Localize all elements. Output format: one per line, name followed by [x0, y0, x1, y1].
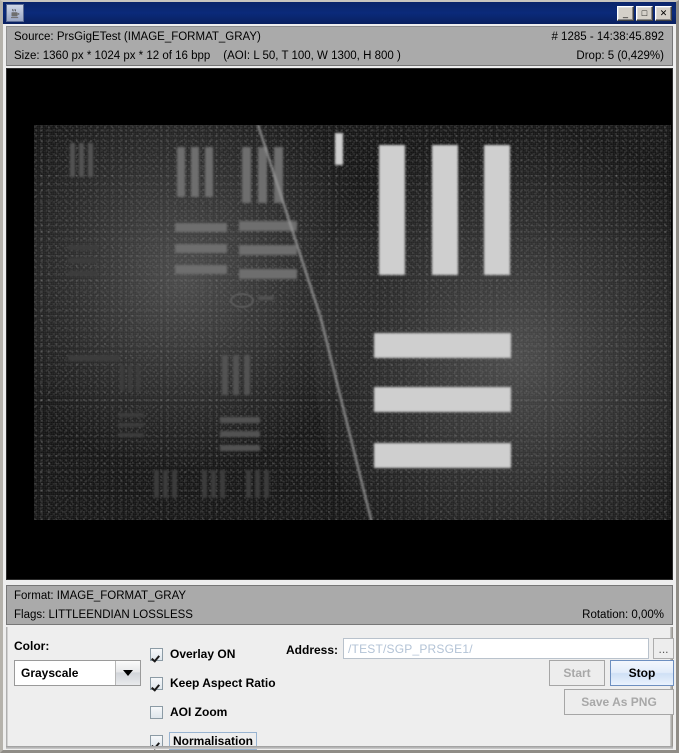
captured-image	[34, 125, 671, 520]
target-bar	[242, 147, 251, 203]
title-bar: _ □ ✕	[3, 2, 676, 24]
chevron-down-icon[interactable]	[115, 661, 140, 685]
target-bar	[128, 365, 132, 391]
target-bar	[374, 443, 511, 468]
target-bar	[432, 145, 458, 275]
panel-left-edge	[6, 627, 8, 749]
target-bar	[379, 145, 405, 275]
maximize-icon[interactable]: □	[636, 5, 653, 21]
top-info-panel: Source: PrsGigETest (IMAGE_FORMAT_GRAY) …	[6, 26, 673, 66]
rotation-text: Rotation: 0,00%	[582, 609, 664, 621]
target-bar	[68, 271, 98, 276]
size-text: Size: 1360 px * 1024 px * 12 of 16 bpp (A…	[14, 47, 401, 66]
save-as-png-button[interactable]: Save As PNG	[564, 689, 674, 715]
target-bar	[136, 365, 140, 391]
target-bar	[484, 145, 510, 275]
target-bar	[191, 147, 199, 197]
application-window: _ □ ✕ Source: PrsGigETest (IMAGE_FORMAT_…	[0, 0, 679, 753]
target-bar	[220, 470, 225, 498]
target-bar	[239, 245, 297, 255]
target-bar	[154, 470, 159, 498]
image-scratch	[319, 314, 375, 520]
bottom-status-panel: Format: IMAGE_FORMAT_GRAY Flags: LITTLEE…	[6, 585, 673, 625]
target-bar	[118, 413, 144, 417]
target-bar	[205, 147, 213, 197]
checkmark-icon[interactable]	[150, 647, 163, 661]
stop-button[interactable]: Stop	[610, 660, 674, 686]
checkbox-label: Keep Aspect Ratio	[170, 676, 276, 690]
panel-bottom-edge	[6, 746, 673, 749]
checkbox-label: Overlay ON	[170, 647, 236, 661]
target-bar	[244, 355, 250, 395]
target-bar	[70, 143, 75, 177]
target-bar	[120, 365, 124, 391]
checkbox-label: AOI Zoom	[170, 705, 228, 719]
control-panel: Color: Grayscale Overlay ON Keep Aspect …	[6, 627, 674, 750]
target-bar	[374, 333, 511, 358]
window-control-buttons: _ □ ✕	[617, 5, 672, 21]
source-row: Source: PrsGigETest (IMAGE_FORMAT_GRAY) …	[7, 28, 672, 47]
target-bar	[88, 143, 93, 177]
target-bar	[118, 433, 144, 437]
target-bar	[220, 431, 260, 437]
flags-text: Flags: LITTLEENDIAN LOSSLESS	[14, 609, 193, 621]
checkbox-normalisation[interactable]: Normalisation	[150, 728, 290, 750]
image-grain-layer	[34, 125, 671, 520]
target-bar	[220, 417, 260, 423]
target-bar	[246, 470, 251, 498]
aoi-value: (AOI: L 50, T 100, W 1300, H 800 )	[223, 50, 401, 62]
color-mode-value: Grayscale	[15, 661, 115, 685]
target-bar	[239, 269, 297, 279]
image-display-panel[interactable]	[6, 68, 673, 580]
checkbox-aoi-zoom[interactable]: AOI Zoom	[150, 699, 290, 725]
target-bar	[175, 265, 227, 274]
frame-counter-text: # 1285 - 14:38:45.892	[551, 31, 664, 43]
target-bar	[258, 147, 267, 203]
format-text: Format: IMAGE_FORMAT_GRAY	[14, 590, 187, 602]
target-bar	[118, 423, 144, 427]
address-label: Address:	[286, 643, 339, 657]
target-bar	[211, 470, 216, 498]
target-bar	[177, 147, 185, 197]
target-bar	[220, 445, 260, 451]
target-bar	[233, 355, 239, 395]
checkmark-icon[interactable]	[150, 705, 163, 719]
target-bar	[175, 223, 227, 232]
target-bar	[163, 470, 168, 498]
target-bar	[255, 470, 260, 498]
target-tick	[335, 133, 343, 165]
image-noise-layer	[34, 125, 671, 520]
color-label: Color:	[14, 639, 50, 653]
color-mode-select[interactable]: Grayscale	[14, 660, 141, 686]
minimize-icon[interactable]: _	[617, 5, 634, 21]
target-bar	[172, 470, 177, 498]
checkbox-keep-aspect-ratio[interactable]: Keep Aspect Ratio	[150, 670, 290, 696]
target-bar	[79, 143, 84, 177]
flags-row: Flags: LITTLEENDIAN LOSSLESS Rotation: 0…	[7, 606, 672, 625]
java-coffee-cup-icon	[6, 4, 24, 22]
address-input[interactable]: /TEST/SGP_PRSGE1/	[343, 638, 649, 659]
close-icon[interactable]: ✕	[655, 5, 672, 21]
target-bar	[222, 355, 228, 395]
target-bar	[374, 387, 511, 412]
start-button[interactable]: Start	[549, 660, 605, 686]
target-bar	[175, 244, 227, 253]
format-row: Format: IMAGE_FORMAT_GRAY	[7, 587, 672, 606]
option-checkbox-group: Overlay ON Keep Aspect Ratio AOI Zoom No…	[150, 641, 290, 750]
size-value: Size: 1360 px * 1024 px * 12 of 16 bpp	[14, 50, 211, 62]
target-ring	[230, 293, 254, 308]
checkmark-icon[interactable]	[150, 676, 163, 690]
target-bar	[202, 470, 207, 498]
browse-button[interactable]: ...	[653, 638, 674, 659]
target-bar	[68, 258, 98, 263]
drop-text: Drop: 5 (0,429%)	[576, 50, 664, 62]
target-bar	[68, 245, 98, 250]
source-text: Source: PrsGigETest (IMAGE_FORMAT_GRAY)	[14, 31, 261, 43]
checkbox-overlay-on[interactable]: Overlay ON	[150, 641, 290, 667]
target-bar	[68, 355, 120, 361]
size-row: Size: 1360 px * 1024 px * 12 of 16 bpp (A…	[7, 47, 672, 66]
target-bar	[264, 470, 269, 498]
target-dash	[258, 296, 274, 300]
